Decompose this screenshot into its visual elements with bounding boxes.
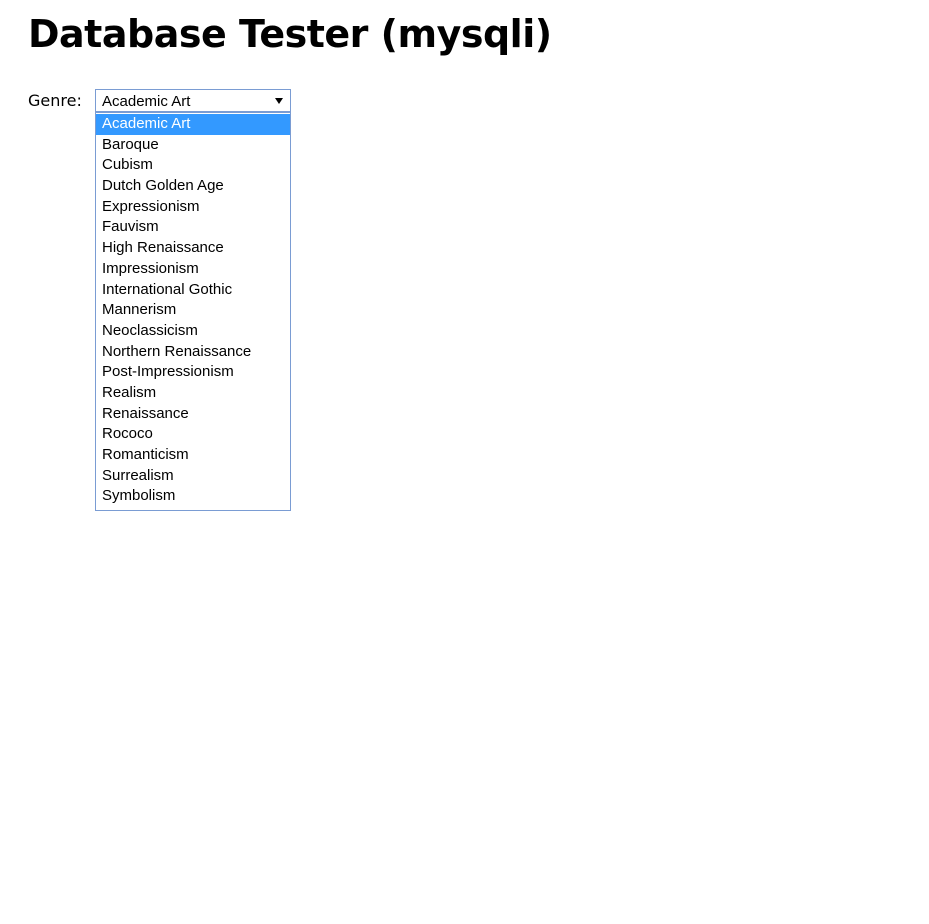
genre-option[interactable]: Northern Renaissance: [96, 342, 290, 363]
page-title: Database Tester (mysqli): [28, 12, 552, 56]
genre-option[interactable]: Neoclassicism: [96, 321, 290, 342]
genre-option[interactable]: Cubism: [96, 155, 290, 176]
genre-option[interactable]: Fauvism: [96, 217, 290, 238]
genre-option[interactable]: Mannerism: [96, 300, 290, 321]
genre-dropdown-list: Academic Art Baroque Cubism Dutch Golden Ag…: [95, 112, 291, 511]
genre-select[interactable]: Academic Art: [95, 89, 291, 112]
genre-option[interactable]: Symbolism: [96, 486, 290, 507]
genre-option[interactable]: Rococo: [96, 424, 290, 445]
genre-option[interactable]: Realism: [96, 383, 290, 404]
genre-option[interactable]: Romanticism: [96, 445, 290, 466]
genre-select-value: Academic Art: [102, 93, 191, 110]
chevron-down-icon: [275, 98, 283, 104]
genre-option[interactable]: High Renaissance: [96, 238, 290, 259]
genre-option[interactable]: Post-Impressionism: [96, 362, 290, 383]
genre-option[interactable]: Renaissance: [96, 404, 290, 425]
genre-option[interactable]: Expressionism: [96, 197, 290, 218]
genre-option[interactable]: Baroque: [96, 135, 290, 156]
genre-option[interactable]: International Gothic: [96, 280, 290, 301]
genre-label: Genre:: [28, 91, 82, 110]
genre-option[interactable]: Surrealism: [96, 466, 290, 487]
genre-option[interactable]: Dutch Golden Age: [96, 176, 290, 197]
genre-option[interactable]: Academic Art: [96, 114, 290, 135]
genre-option[interactable]: Impressionism: [96, 259, 290, 280]
